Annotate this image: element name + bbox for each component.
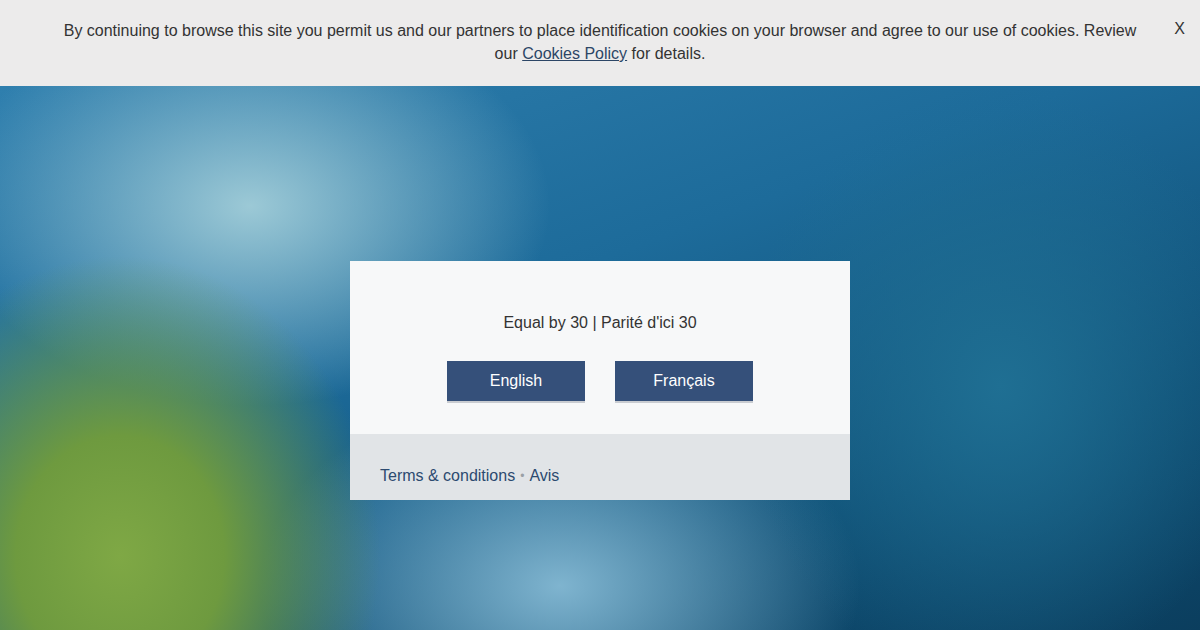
close-button[interactable]: X (1174, 20, 1185, 38)
dialog-footer: Terms & conditions • Avis (350, 434, 850, 500)
dialog-body: Equal by 30 | Parité d'ici 30 English Fran… (350, 261, 850, 434)
cookie-banner: By continuing to browse this site you pe… (0, 0, 1200, 86)
language-dialog: Equal by 30 | Parité d'ici 30 English Fran… (350, 261, 850, 500)
language-buttons: English Français (447, 361, 753, 401)
page: By continuing to browse this site you pe… (0, 0, 1200, 630)
cookie-text: By continuing to browse this site you pe… (50, 19, 1150, 65)
dialog-title: Equal by 30 | Parité d'ici 30 (503, 313, 696, 333)
language-button[interactable]: Français (615, 361, 753, 401)
cookies-policy-link[interactable]: Cookies Policy (522, 45, 627, 62)
language-button[interactable]: English (447, 361, 585, 401)
background-photo: Equal by 30 | Parité d'ici 30 English Fran… (0, 86, 1200, 630)
footer-link[interactable]: Avis (529, 467, 559, 485)
separator: • (520, 469, 524, 483)
footer-link[interactable]: Terms & conditions (380, 467, 515, 485)
